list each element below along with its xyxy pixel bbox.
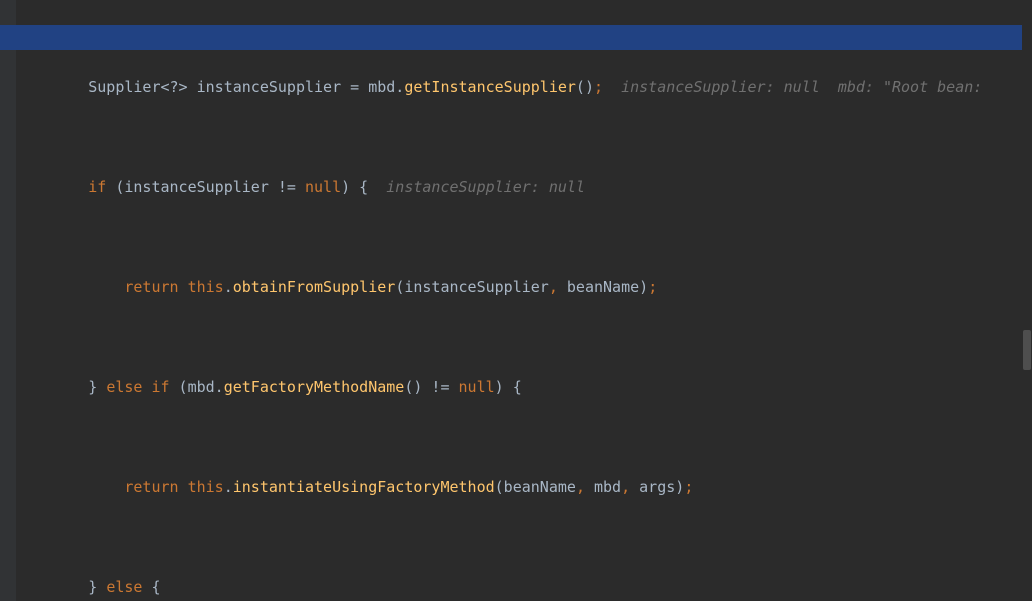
code-line[interactable]: return this.instantiateUsingFactoryMetho… <box>16 475 1032 500</box>
inlay-hint: instanceSupplier: null <box>386 178 585 196</box>
code-editor[interactable]: Supplier<?> instanceSupplier = mbd.getIn… <box>0 0 1032 601</box>
inlay-hint: instanceSupplier: null mbd: "Root bean: <box>603 78 982 96</box>
code-line[interactable]: Supplier<?> instanceSupplier = mbd.getIn… <box>16 75 1032 100</box>
code-line[interactable]: } else if (mbd.getFactoryMethodName() !=… <box>16 375 1032 400</box>
vertical-scrollbar[interactable] <box>1022 0 1032 601</box>
scrollbar-thumb[interactable] <box>1023 330 1031 370</box>
code-line[interactable]: } else { <box>16 575 1032 600</box>
code-line-current[interactable]: if (instanceSupplier != null) { instance… <box>16 175 1032 200</box>
code-area[interactable]: Supplier<?> instanceSupplier = mbd.getIn… <box>0 0 1032 601</box>
code-line[interactable]: return this.obtainFromSupplier(instanceS… <box>16 275 1032 300</box>
